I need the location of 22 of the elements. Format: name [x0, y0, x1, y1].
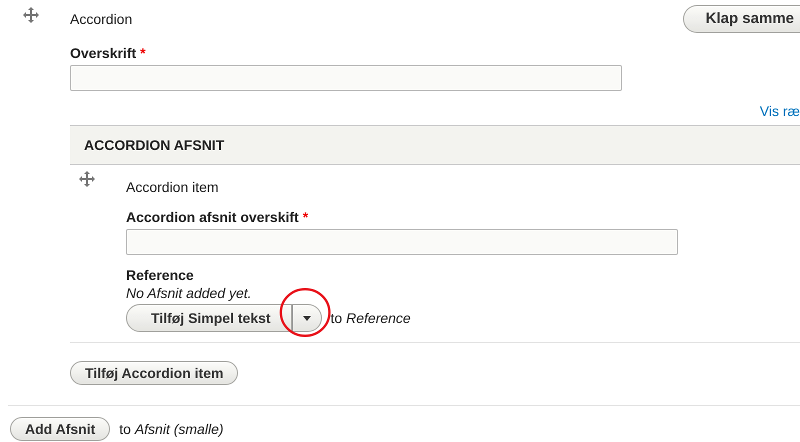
- caret-icon: [302, 316, 311, 320]
- field-label: Accordion afsnit overskift: [126, 209, 299, 225]
- show-link[interactable]: Vis ræ: [760, 103, 800, 121]
- required-mark: *: [140, 45, 146, 61]
- item-heading-input-field[interactable]: [126, 229, 678, 255]
- item-title: Accordion item: [126, 179, 220, 195]
- add-section-button[interactable]: Add Afsnit: [10, 417, 110, 441]
- paragraph-title: Accordion: [70, 10, 132, 26]
- empty-message: No Afsnit added yet.: [126, 285, 252, 301]
- drag-handle-icon[interactable]: [22, 6, 40, 24]
- reference-label: Reference: [126, 267, 194, 283]
- add-text-button[interactable]: Tilføj Simpel tekst: [126, 304, 292, 332]
- field-label: Overskrift: [70, 45, 136, 61]
- target-text: to Reference: [330, 310, 411, 326]
- collapse-button[interactable]: Klap samme: [682, 4, 800, 32]
- add-item-button[interactable]: Tilføj Accordion item: [70, 361, 238, 385]
- required-mark: *: [302, 209, 308, 225]
- heading-input-field[interactable]: [70, 65, 622, 91]
- dropdown-button[interactable]: [292, 304, 322, 332]
- drag-handle-icon[interactable]: [78, 170, 96, 188]
- target-text: to Afsnit (smalle): [119, 421, 224, 437]
- section-header: ACCORDION AFSNIT: [70, 125, 800, 165]
